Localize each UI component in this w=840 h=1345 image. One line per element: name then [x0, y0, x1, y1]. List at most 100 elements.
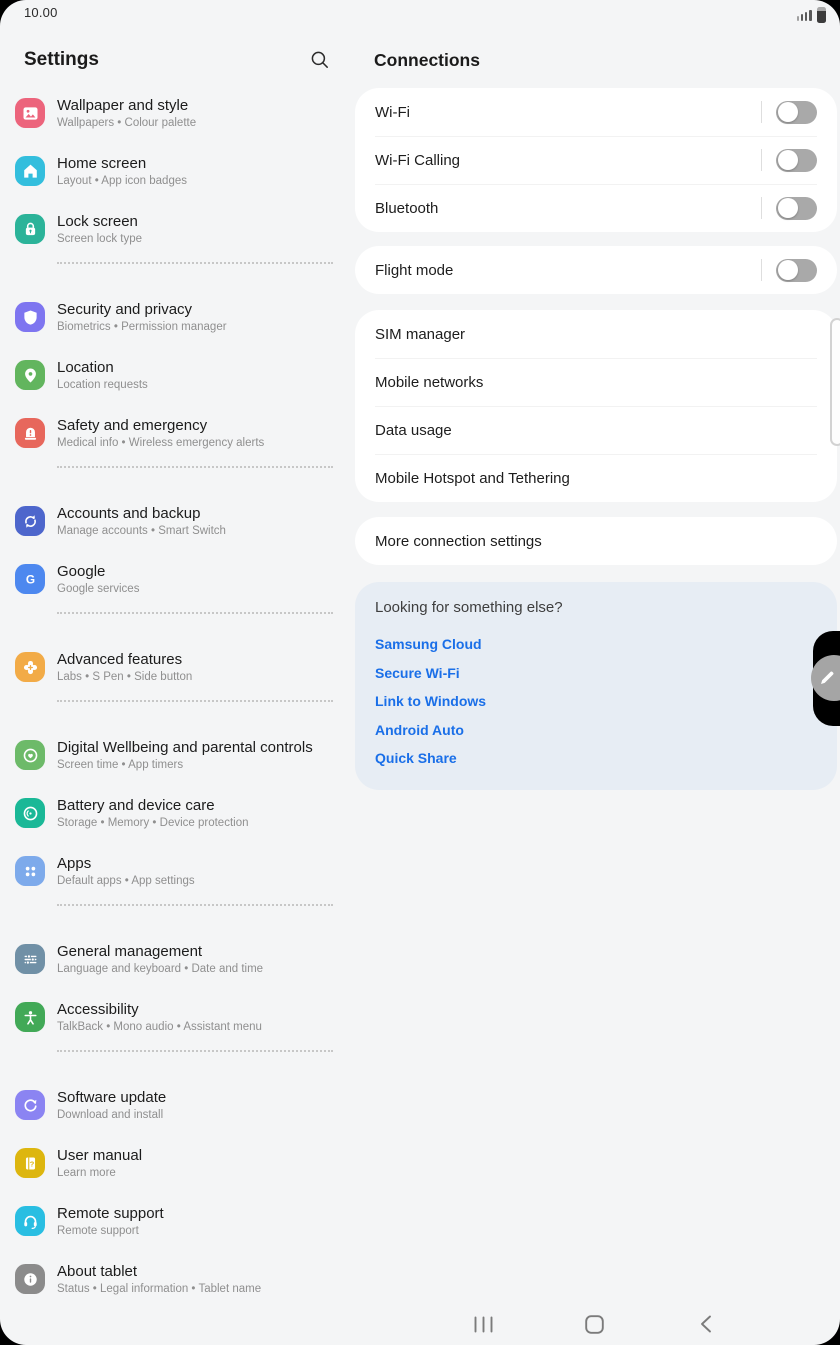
row-wifi[interactable]: Wi-Fi — [355, 88, 837, 136]
row-data-usage[interactable]: Data usage — [355, 406, 837, 454]
sidebar-item-accounts-and-backup[interactable]: Accounts and backup Manage accounts • Sma… — [0, 496, 347, 546]
row-label: SIM manager — [375, 325, 466, 343]
row-wifi-calling[interactable]: Wi-Fi Calling — [355, 136, 837, 184]
accessibility-person-icon — [15, 1002, 45, 1032]
sidebar-item-wallpaper-and-style[interactable]: Wallpaper and style Wallpapers • Colour p… — [0, 88, 347, 138]
headset-icon — [15, 1206, 45, 1236]
link-link-to-windows[interactable]: Link to Windows — [375, 687, 486, 716]
sidebar-item-subtitle: Download and install — [57, 1108, 164, 1121]
sidebar-item-user-manual[interactable]: ? User manual Learn more — [0, 1138, 347, 1188]
sidebar-item-subtitle: Remote support — [57, 1224, 139, 1237]
settings-app: 10.00 Settings Wallpaper and style Wallpa… — [0, 0, 840, 1345]
sidebar-item-subtitle: Manage accounts • Smart Switch — [57, 524, 226, 537]
flight-mode-toggle[interactable] — [776, 258, 817, 282]
sidebar-list: Wallpaper and style Wallpapers • Colour p… — [0, 88, 355, 1303]
wifi-calling-toggle[interactable] — [776, 148, 817, 172]
search-icon[interactable] — [307, 47, 333, 73]
link-samsung-cloud[interactable]: Samsung Cloud — [375, 630, 482, 659]
navigation-bar — [0, 1303, 840, 1345]
sliders-icon — [15, 944, 45, 974]
settings-sidebar: Settings Wallpaper and style Wallpapers •… — [0, 26, 355, 1303]
sidebar-item-home-screen[interactable]: Home screen Layout • App icon badges — [0, 146, 347, 196]
signal-strength-icon — [796, 9, 812, 21]
sidebar-item-title: Advanced features — [57, 650, 183, 668]
content-area: Settings Wallpaper and style Wallpapers •… — [0, 26, 840, 1303]
wifi-toggle[interactable] — [776, 100, 817, 124]
sidebar-item-subtitle: Wallpapers • Colour palette — [57, 116, 197, 129]
sidebar-item-subtitle: Layout • App icon badges — [57, 174, 187, 187]
info-icon — [15, 1264, 45, 1294]
row-label: Wi-Fi Calling — [375, 151, 461, 169]
sync-icon — [15, 506, 45, 536]
clock: 10.00 — [24, 5, 58, 20]
row-label: More connection settings — [375, 532, 542, 550]
sidebar-item-security-and-privacy[interactable]: Security and privacy Biometrics • Permiss… — [0, 292, 347, 342]
link-quick-share[interactable]: Quick Share — [375, 744, 457, 773]
row-sim-manager[interactable]: SIM manager — [355, 310, 837, 358]
sidebar-divider — [57, 262, 333, 264]
user-manual-icon: ? — [15, 1148, 45, 1178]
sidebar-item-software-update[interactable]: Software update Download and install — [0, 1080, 347, 1130]
device-care-icon — [15, 798, 45, 828]
pen-edit-icon — [811, 655, 840, 701]
sidebar-item-digital-wellbeing[interactable]: Digital Wellbeing and parental controls S… — [0, 730, 347, 780]
sidebar-item-lock-screen[interactable]: Lock screen Screen lock type — [0, 204, 347, 254]
row-label: Mobile networks — [375, 373, 484, 391]
home-screen-icon — [15, 156, 45, 186]
row-flight-mode[interactable]: Flight mode — [355, 246, 837, 294]
sidebar-item-subtitle: Status • Legal information • Tablet name — [57, 1282, 262, 1295]
row-label: Flight mode — [375, 261, 454, 279]
sidebar-item-title: Location — [57, 358, 114, 376]
apps-grid-icon — [15, 856, 45, 886]
sidebar-item-subtitle: Labs • S Pen • Side button — [57, 670, 193, 683]
bluetooth-toggle[interactable] — [776, 196, 817, 220]
sidebar-item-title: Google — [57, 562, 106, 580]
sidebar-item-advanced-features[interactable]: Advanced features Labs • S Pen • Side but… — [0, 642, 347, 692]
sidebar-item-subtitle: TalkBack • Mono audio • Assistant menu — [57, 1020, 262, 1033]
sidebar-item-title: Wallpaper and style — [57, 96, 189, 114]
sidebar-divider — [57, 1050, 333, 1052]
sidebar-item-general-management[interactable]: General management Language and keyboard … — [0, 934, 347, 984]
row-mobile-networks[interactable]: Mobile networks — [355, 358, 837, 406]
sidebar-item-location[interactable]: Location Location requests — [0, 350, 347, 400]
sidebar-item-apps[interactable]: Apps Default apps • App settings — [0, 846, 347, 896]
sidebar-item-subtitle: Screen time • App timers — [57, 758, 184, 771]
sidebar-item-title: Digital Wellbeing and parental controls — [57, 738, 313, 756]
status-bar: 10.00 — [0, 0, 840, 26]
row-label: Mobile Hotspot and Tethering — [375, 469, 570, 487]
connections-panel: Connections Wi-Fi Wi-Fi Calling Bluetoot… — [355, 26, 840, 1303]
tablet-screen: 10.00 Settings Wallpaper and style Wallpa… — [0, 0, 840, 1345]
sidebar-divider — [57, 466, 333, 468]
pen-floating-button[interactable] — [811, 631, 840, 726]
sidebar-item-title: General management — [57, 942, 203, 960]
row-mobile-hotspot[interactable]: Mobile Hotspot and Tethering — [355, 454, 837, 502]
sidebar-item-subtitle: Learn more — [57, 1166, 116, 1179]
recents-icon[interactable] — [463, 1306, 503, 1342]
row-bluetooth[interactable]: Bluetooth — [355, 184, 837, 232]
edge-scrollbar-handle[interactable] — [830, 318, 840, 446]
sidebar-item-battery-and-device-care[interactable]: Battery and device care Storage • Memory … — [0, 788, 347, 838]
sidebar-item-subtitle: Medical info • Wireless emergency alerts — [57, 436, 265, 449]
wifi-card: Wi-Fi Wi-Fi Calling Bluetooth — [355, 88, 837, 232]
sidebar-divider — [57, 904, 333, 906]
sidebar-item-title: Battery and device care — [57, 796, 215, 814]
network-card: SIM manager Mobile networks Data usage M… — [355, 310, 837, 502]
home-nav-icon[interactable] — [574, 1306, 614, 1342]
sidebar-item-accessibility[interactable]: Accessibility TalkBack • Mono audio • Ass… — [0, 992, 347, 1042]
sidebar-item-google[interactable]: G Google Google services — [0, 554, 347, 604]
link-android-auto[interactable]: Android Auto — [375, 716, 464, 745]
location-pin-icon — [15, 360, 45, 390]
wallpaper-icon — [15, 98, 45, 128]
sidebar-item-title: Accounts and backup — [57, 504, 201, 522]
link-secure-wifi[interactable]: Secure Wi-Fi — [375, 659, 460, 688]
sidebar-item-remote-support[interactable]: Remote support Remote support — [0, 1196, 347, 1246]
lock-icon — [15, 214, 45, 244]
more-settings-card: More connection settings — [355, 517, 837, 565]
flight-mode-card: Flight mode — [355, 246, 837, 294]
sidebar-item-about-tablet[interactable]: About tablet Status • Legal information •… — [0, 1254, 347, 1303]
row-divider — [761, 197, 762, 219]
sidebar-item-safety-and-emergency[interactable]: Safety and emergency Medical info • Wirel… — [0, 408, 347, 458]
row-divider — [761, 101, 762, 123]
back-chevron-icon[interactable] — [686, 1306, 726, 1342]
row-more-connection-settings[interactable]: More connection settings — [355, 517, 837, 565]
